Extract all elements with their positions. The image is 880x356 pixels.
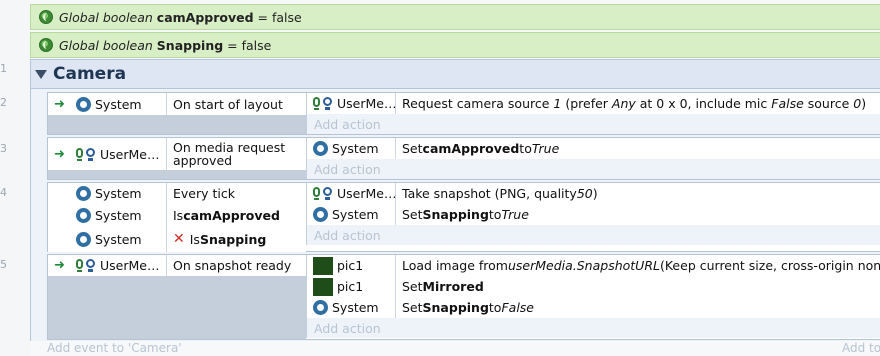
event-group-camera[interactable]: Camera	[30, 59, 880, 89]
global-variable-label: Global boolean Snapping = false	[59, 37, 272, 53]
condition-object: System	[74, 231, 142, 247]
globe-icon	[39, 38, 53, 52]
trigger-arrow-icon: ➜	[54, 146, 65, 162]
condition-row[interactable]: System Is camApproved	[48, 204, 306, 226]
action-text: Load image from userMedia.SnapshotURL (K…	[395, 255, 880, 276]
action-text: Set Snapping to True	[395, 204, 529, 225]
action-row[interactable]: pic1 Set Mirrored	[306, 276, 880, 297]
add-event-link[interactable]: Add event to 'Camera'	[47, 341, 182, 355]
add-action-button[interactable]: Add action	[306, 318, 880, 338]
global-variable-camapproved[interactable]: Global boolean camApproved = false	[30, 4, 880, 30]
action-text: Set Snapping to False	[395, 297, 534, 318]
action-row[interactable]: System Set camApproved to True	[306, 138, 880, 159]
action-text: Take snapshot (PNG, quality 50)	[395, 183, 598, 204]
gear-icon	[74, 96, 93, 112]
user-media-icon	[76, 147, 96, 162]
action-row[interactable]: System Set Snapping to False	[306, 297, 880, 318]
action-row[interactable]: UserMe… Request camera source 1 (prefer …	[306, 93, 880, 114]
action-object: pic1	[313, 277, 363, 296]
globe-icon	[39, 10, 53, 24]
line-number: 3	[0, 142, 7, 155]
condition-row[interactable]: ➜ UserMe… On media request approved	[48, 138, 306, 170]
gear-icon	[311, 300, 330, 315]
event-block[interactable]: System Every tick System Is camApproved …	[47, 182, 880, 252]
user-media-icon	[76, 258, 96, 273]
line-number: 1	[0, 62, 7, 75]
action-object: UserMe…	[313, 186, 396, 201]
action-row[interactable]: pic1 Load image from userMedia.SnapshotU…	[306, 255, 880, 276]
action-row[interactable]: UserMe… Take snapshot (PNG, quality 50)	[306, 183, 880, 204]
line-number: 5	[0, 258, 7, 271]
action-object: System	[311, 141, 379, 156]
add-action-button[interactable]: Add action	[306, 159, 880, 179]
group-title: Camera	[53, 64, 127, 84]
condition-text: Every tick	[166, 183, 235, 204]
event-block[interactable]: ➜ System On start of layout UserMe… Requ…	[47, 92, 880, 135]
condition-object: System	[74, 207, 142, 223]
global-variable-label: Global boolean camApproved = false	[59, 9, 302, 25]
action-text: Set camApproved to True	[395, 138, 559, 159]
add-to-link[interactable]: Add to	[842, 341, 880, 355]
gear-icon	[74, 231, 93, 247]
trigger-arrow-icon: ➜	[54, 96, 65, 112]
action-text: Set Mirrored	[395, 276, 484, 297]
condition-object: UserMe…	[76, 258, 159, 273]
trigger-arrow-icon: ➜	[54, 258, 65, 273]
invert-x-icon: ✕	[173, 230, 185, 247]
line-number: 2	[0, 96, 7, 109]
condition-text: Is camApproved	[166, 204, 280, 226]
add-action-button[interactable]: Add action	[306, 225, 880, 245]
user-media-icon	[313, 186, 333, 201]
action-row[interactable]: System Set Snapping to True	[306, 204, 880, 225]
add-action-button[interactable]: Add action	[306, 114, 880, 134]
action-text: Request camera source 1 (prefer Any at 0…	[395, 93, 866, 114]
gear-icon	[74, 186, 93, 201]
line-number: 4	[0, 186, 7, 199]
condition-text: On snapshot ready	[166, 255, 291, 276]
global-variable-snapping[interactable]: Global boolean Snapping = false	[30, 32, 880, 58]
sprite-thumbnail-icon	[313, 277, 333, 296]
action-object: UserMe…	[313, 96, 396, 111]
gear-icon	[311, 207, 330, 222]
line-gutter	[0, 0, 30, 356]
event-block[interactable]: ➜ UserMe… On snapshot ready pic1 Load im…	[47, 254, 880, 340]
condition-object: UserMe…	[76, 147, 159, 162]
event-block[interactable]: ➜ UserMe… On media request approved Syst…	[47, 137, 880, 180]
condition-row[interactable]: ➜ System On start of layout	[48, 93, 306, 115]
condition-text: On media request approved	[166, 138, 296, 170]
collapse-triangle-icon[interactable]	[35, 69, 47, 79]
gear-icon	[74, 207, 93, 223]
condition-text: ✕ Is Snapping	[166, 226, 266, 252]
action-object: System	[311, 300, 379, 315]
sprite-thumbnail-icon	[313, 256, 333, 275]
condition-text: On start of layout	[166, 93, 283, 115]
condition-row[interactable]: ➜ UserMe… On snapshot ready	[48, 255, 306, 276]
action-object: System	[311, 207, 379, 222]
action-object: pic1	[313, 256, 363, 275]
condition-row[interactable]: System Every tick	[48, 183, 306, 204]
condition-row[interactable]: System ✕ Is Snapping	[48, 226, 306, 252]
gear-icon	[311, 141, 330, 156]
condition-object: System	[74, 186, 142, 201]
user-media-icon	[313, 96, 333, 111]
condition-object: System	[74, 96, 142, 112]
